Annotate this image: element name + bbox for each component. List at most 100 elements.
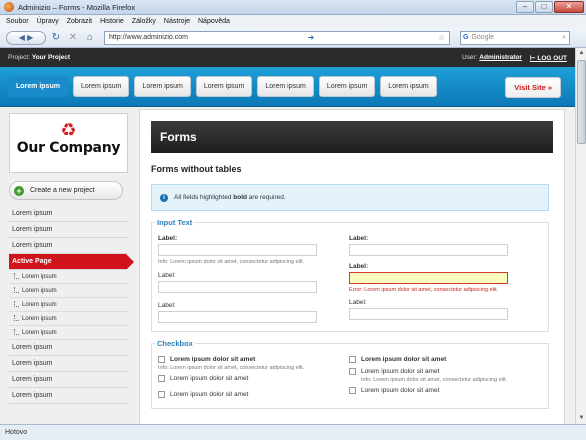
status-text: Hotovo [5,429,28,436]
url-text: http://www.adminizio.com [109,34,188,41]
sidebar-item[interactable]: Lorem ipsum [9,356,128,372]
window-titlebar: Adminizio – Forms - Mozilla Firefox – □ … [0,0,586,15]
sidebar-item[interactable]: Lorem ipsum [9,222,128,238]
text-input[interactable] [158,244,317,256]
bookmark-star-icon[interactable]: ☆ [438,33,449,42]
field-label: Label: [158,302,176,309]
company-logo[interactable]: ♻ Our Company [9,113,128,173]
sidebar-subitem[interactable]: Lorem ipsum [9,312,128,326]
checkbox[interactable] [158,356,165,363]
text-input-error[interactable] [349,272,508,284]
checkbox[interactable] [349,356,356,363]
checkbox-label: Lorem ipsum dolor sit amet [361,368,440,375]
logout-link[interactable]: ⊢ LOG OUT [530,54,567,62]
maximize-button[interactable]: □ [535,1,553,13]
scroll-down-icon[interactable]: ▼ [577,414,586,423]
field-label: Label: [349,263,369,270]
address-bar[interactable]: http://www.adminizio.com ➜ ☆ [104,30,450,45]
scroll-up-icon[interactable]: ▲ [577,49,586,58]
field-label: Label: [349,235,369,242]
sidebar: ♻ Our Company + Create a new project Lor… [9,113,134,404]
info-icon: i [160,193,168,202]
sidebar-item[interactable]: Lorem ipsum [9,340,128,356]
sidebar-item[interactable]: Lorem ipsum [9,372,128,388]
page-title: Forms [151,121,553,153]
menu-historie[interactable]: Historie [100,18,124,25]
text-input[interactable] [158,281,317,293]
field-info: Info: Lorem ipsum dolor sit amet, consec… [158,259,305,265]
logout-label: LOG OUT [537,54,567,62]
project-name: Your Project [31,54,71,61]
checkbox[interactable] [349,387,356,394]
user-name-link[interactable]: Administrator [479,54,522,61]
search-box[interactable]: G Google ⌕ [460,30,570,45]
menu-zalozky[interactable]: Záložky [132,18,156,25]
sidebar-subitem[interactable]: Lorem ipsum [9,284,128,298]
field-error: Error: Lorem ipsum dolor sit amet, conse… [349,287,499,293]
project-label: Project: [8,54,31,61]
google-icon: G [463,34,469,41]
field-label: Label: [158,272,176,279]
checkbox[interactable] [349,368,356,375]
fieldset-legend: Checkbox [155,339,195,348]
field-info: Info: Lorem ipsum dolor sit amet, consec… [361,377,508,383]
home-icon[interactable]: ⌂ [83,31,97,45]
sidebar-menu: Lorem ipsum Lorem ipsum Lorem ipsum Acti… [9,206,134,404]
checkbox-fieldset: Checkbox Lorem ipsum dolor sit amet Info… [151,339,549,409]
user-label: User: [461,54,478,61]
stop-icon[interactable]: ✕ [66,31,80,45]
field-label: Label: [349,299,367,306]
field-label: Label: [158,235,178,242]
field-info: Info: Lorem ipsum dolor sit amet, consec… [158,365,305,371]
content-panel: Forms Forms without tables i All fields … [139,109,565,424]
section-title: Forms without tables [151,164,242,174]
go-arrow-icon[interactable]: ➜ [308,33,319,42]
tab-2[interactable]: Lorem ipsum [72,76,130,97]
checkbox-label: Lorem ipsum dolor sit amet [361,387,440,394]
menu-soubor[interactable]: Soubor [6,18,29,25]
sidebar-subitem[interactable]: Lorem ipsum [9,270,128,284]
sidebar-item[interactable]: Lorem ipsum [9,206,128,222]
text-input[interactable] [349,244,508,256]
sidebar-item[interactable]: Lorem ipsum [9,238,128,254]
reload-icon[interactable]: ↻ [49,31,63,45]
checkbox-label: Lorem ipsum dolor sit amet [170,356,256,363]
sidebar-subitem[interactable]: Lorem ipsum [9,298,128,312]
tab-1[interactable]: Lorem ipsum [8,76,68,97]
tab-5[interactable]: Lorem ipsum [257,76,314,97]
tab-7[interactable]: Lorem ipsum [380,76,437,97]
back-forward-button[interactable]: ◀ ▶ [6,30,46,45]
scroll-thumb[interactable] [577,60,586,144]
tab-4[interactable]: Lorem ipsum [195,76,253,97]
sidebar-item-active[interactable]: Active Page [9,254,134,270]
tab-6[interactable]: Lorem ipsum [318,76,376,97]
search-placeholder: Google [471,34,495,41]
create-project-label: Create a new project [30,187,95,194]
checkbox-label: Lorem ipsum dolor sit amet [170,391,249,398]
menu-upravy[interactable]: Úpravy [37,18,59,25]
tab-3[interactable]: Lorem ipsum [134,76,191,97]
create-project-button[interactable]: + Create a new project [9,181,123,200]
web-page: Project: Your Project User: Administrato… [0,48,575,424]
menu-zobrazit[interactable]: Zobrazit [67,18,92,25]
checkbox[interactable] [158,391,165,398]
sidebar-subitem[interactable]: Lorem ipsum [9,326,128,340]
checkbox[interactable] [158,375,165,382]
visit-site-button[interactable]: Visit Site » [505,77,561,98]
main-nav: Lorem ipsum Lorem ipsum Lorem ipsum Lore… [0,67,575,107]
menu-nastroje[interactable]: Nástroje [164,18,190,25]
company-name: Our Company [16,140,121,156]
text-input[interactable] [158,311,317,323]
status-bar: Hotovo [0,424,586,440]
sidebar-item[interactable]: Lorem ipsum [9,388,128,404]
page-scrollbar[interactable]: ▲ ▼ [575,48,586,424]
browser-menubar: Soubor Úpravy Zobrazit Historie Záložky … [0,15,586,28]
checkbox-label: Lorem ipsum dolor sit amet [361,356,447,363]
plus-icon: + [14,185,24,196]
minimize-button[interactable]: – [516,1,534,13]
menu-napoveda[interactable]: Nápověda [198,18,230,25]
window-title: Adminizio – Forms - Mozilla Firefox [18,2,136,12]
close-window-button[interactable]: ✕ [554,1,584,13]
text-input[interactable] [349,308,508,320]
search-icon[interactable]: ⌕ [562,34,569,42]
